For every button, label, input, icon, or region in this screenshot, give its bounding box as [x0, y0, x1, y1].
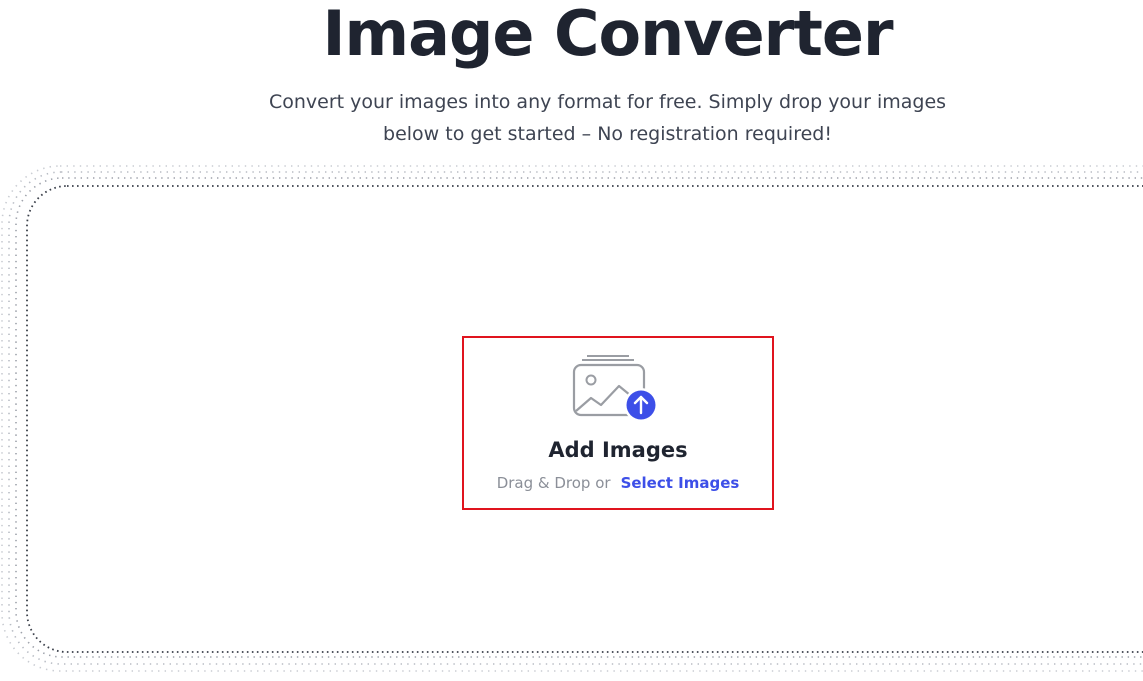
- add-images-heading: Add Images: [548, 438, 688, 462]
- image-converter-page: Image Converter Convert your images into…: [0, 0, 1143, 681]
- page-title: Image Converter: [322, 0, 893, 70]
- add-images-panel[interactable]: Add Images Drag & Drop or Select Images: [462, 336, 774, 510]
- select-images-link[interactable]: Select Images: [621, 474, 740, 492]
- page-subtitle: Convert your images into any format for …: [260, 86, 955, 150]
- drag-drop-text: Drag & Drop or: [496, 474, 611, 492]
- image-upload-icon: [572, 355, 658, 422]
- subtitle-line-2: below to get started – No registration r…: [383, 123, 832, 145]
- add-images-instructions: Drag & Drop or Select Images: [464, 472, 772, 494]
- subtitle-line-1: Convert your images into any format for …: [268, 91, 947, 113]
